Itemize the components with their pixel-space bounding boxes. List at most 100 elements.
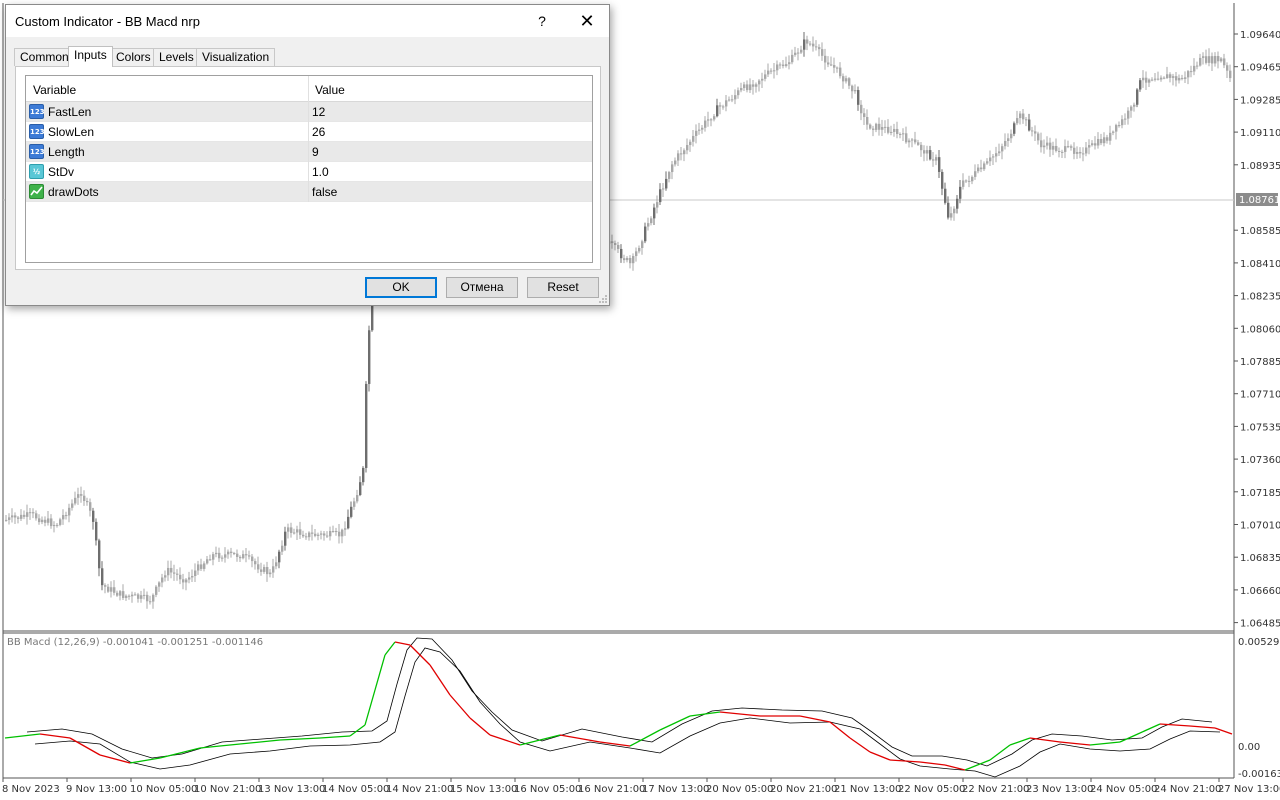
variable-value[interactable]: 9 — [312, 145, 319, 159]
candle-body — [170, 567, 173, 573]
candle-body — [1016, 118, 1019, 124]
tab-colors[interactable]: Colors — [110, 48, 157, 66]
candle-body — [1061, 151, 1064, 153]
time-tick-label: 21 Nov 13:00 — [834, 784, 901, 795]
candle-body — [17, 517, 20, 519]
candle-body — [734, 95, 737, 100]
candle-body — [980, 167, 983, 170]
int-icon: 123 — [29, 104, 45, 119]
candle-body — [971, 176, 974, 182]
candle-body — [11, 515, 14, 518]
candle-body — [620, 248, 623, 259]
candle-body — [35, 513, 38, 519]
candle-body — [1019, 113, 1022, 119]
dialog-title-bar[interactable]: Custom Indicator - BB Macd nrp ? ✕ — [6, 5, 609, 37]
candle-body — [326, 535, 329, 537]
candle-body — [938, 157, 941, 172]
time-tick-label: 17 Nov 13:00 — [642, 784, 709, 795]
candle-body — [989, 157, 992, 162]
candle-body — [878, 123, 881, 130]
column-variable[interactable]: Variable — [33, 83, 76, 97]
help-button[interactable]: ? — [532, 11, 552, 31]
candle-body — [1133, 104, 1136, 107]
candle-body — [83, 495, 86, 501]
candle-body — [1082, 153, 1085, 155]
table-row[interactable]: 123 Length 9 — [26, 142, 592, 162]
candle-body — [1037, 133, 1040, 141]
candle-body — [896, 128, 899, 134]
time-tick-label: 24 Nov 05:00 — [1090, 784, 1157, 795]
time-tick-label: 20 Nov 05:00 — [706, 784, 773, 795]
macd-segment — [1189, 725, 1216, 729]
macd-segment — [69, 737, 101, 756]
cancel-button[interactable]: Отмена — [446, 277, 518, 298]
candle-body — [887, 126, 890, 133]
candle-body — [680, 153, 683, 155]
candle-body — [839, 67, 842, 77]
macd-segment — [629, 729, 661, 747]
candle-body — [1211, 56, 1214, 64]
tab-common[interactable]: Common — [14, 48, 75, 66]
reset-button[interactable]: Reset — [527, 277, 599, 298]
variable-value[interactable]: false — [312, 185, 337, 199]
candle-body — [755, 84, 758, 87]
macd-segment — [279, 737, 321, 741]
time-tick-label: 16 Nov 21:00 — [578, 784, 645, 795]
price-tick-label: 1.08585 — [1240, 226, 1280, 237]
time-tick-label: 15 Nov 13:00 — [450, 784, 517, 795]
variable-value[interactable]: 12 — [312, 105, 325, 119]
candle-body — [26, 512, 29, 517]
candle-body — [758, 80, 761, 85]
int-icon: 123 — [29, 144, 45, 159]
candle-body — [626, 257, 629, 261]
table-row[interactable]: 123 FastLen 12 — [26, 102, 592, 122]
tab-inputs[interactable]: Inputs — [68, 46, 113, 67]
candle-body — [1196, 65, 1199, 67]
candle-body — [674, 160, 677, 165]
candle-body — [1046, 142, 1049, 146]
candle-body — [923, 150, 926, 154]
candle-body — [1106, 137, 1109, 141]
ok-button[interactable]: OK — [365, 277, 437, 298]
candle-body — [56, 524, 59, 526]
column-divider[interactable] — [308, 76, 309, 102]
resize-grip-icon[interactable] — [599, 295, 607, 303]
candle-body — [1100, 138, 1103, 144]
price-tick-label: 1.07710 — [1240, 390, 1280, 401]
table-row[interactable]: 123 SlowLen 26 — [26, 122, 592, 142]
candle-body — [1028, 119, 1031, 131]
table-row[interactable]: ½ StDv 1.0 — [26, 162, 592, 182]
candle-body — [1205, 56, 1208, 63]
macd-segment — [719, 711, 761, 717]
tab-visualization[interactable]: Visualization — [196, 48, 276, 66]
cell-divider — [308, 182, 309, 202]
candle-body — [827, 62, 830, 65]
candle-body — [740, 88, 743, 91]
candle-body — [134, 594, 137, 596]
macd-segment — [559, 734, 601, 743]
candle-body — [869, 124, 872, 129]
candle-body — [785, 64, 788, 67]
variable-value[interactable]: 1.0 — [312, 165, 329, 179]
variable-value[interactable]: 26 — [312, 125, 325, 139]
candle-body — [329, 531, 332, 537]
macd-segment — [1119, 732, 1141, 743]
candle-body — [1007, 138, 1010, 141]
price-tick-label: 1.08935 — [1240, 161, 1280, 172]
candle-body — [821, 49, 824, 56]
candle-body — [884, 126, 887, 128]
candle-body — [1052, 145, 1055, 150]
candle-body — [260, 569, 263, 572]
time-tick-label: 10 Nov 21:00 — [194, 784, 261, 795]
candle-body — [353, 501, 356, 507]
candle-body — [1214, 56, 1217, 64]
tab-levels[interactable]: Levels — [153, 48, 200, 66]
column-value[interactable]: Value — [315, 83, 345, 97]
variable-name: SlowLen — [48, 125, 95, 139]
table-row[interactable]: drawDots false — [26, 182, 592, 202]
close-icon[interactable]: ✕ — [574, 9, 600, 33]
candle-body — [917, 142, 920, 145]
macd-segment — [449, 694, 471, 719]
candle-body — [893, 128, 896, 132]
lower-band-line — [34, 647, 1221, 778]
